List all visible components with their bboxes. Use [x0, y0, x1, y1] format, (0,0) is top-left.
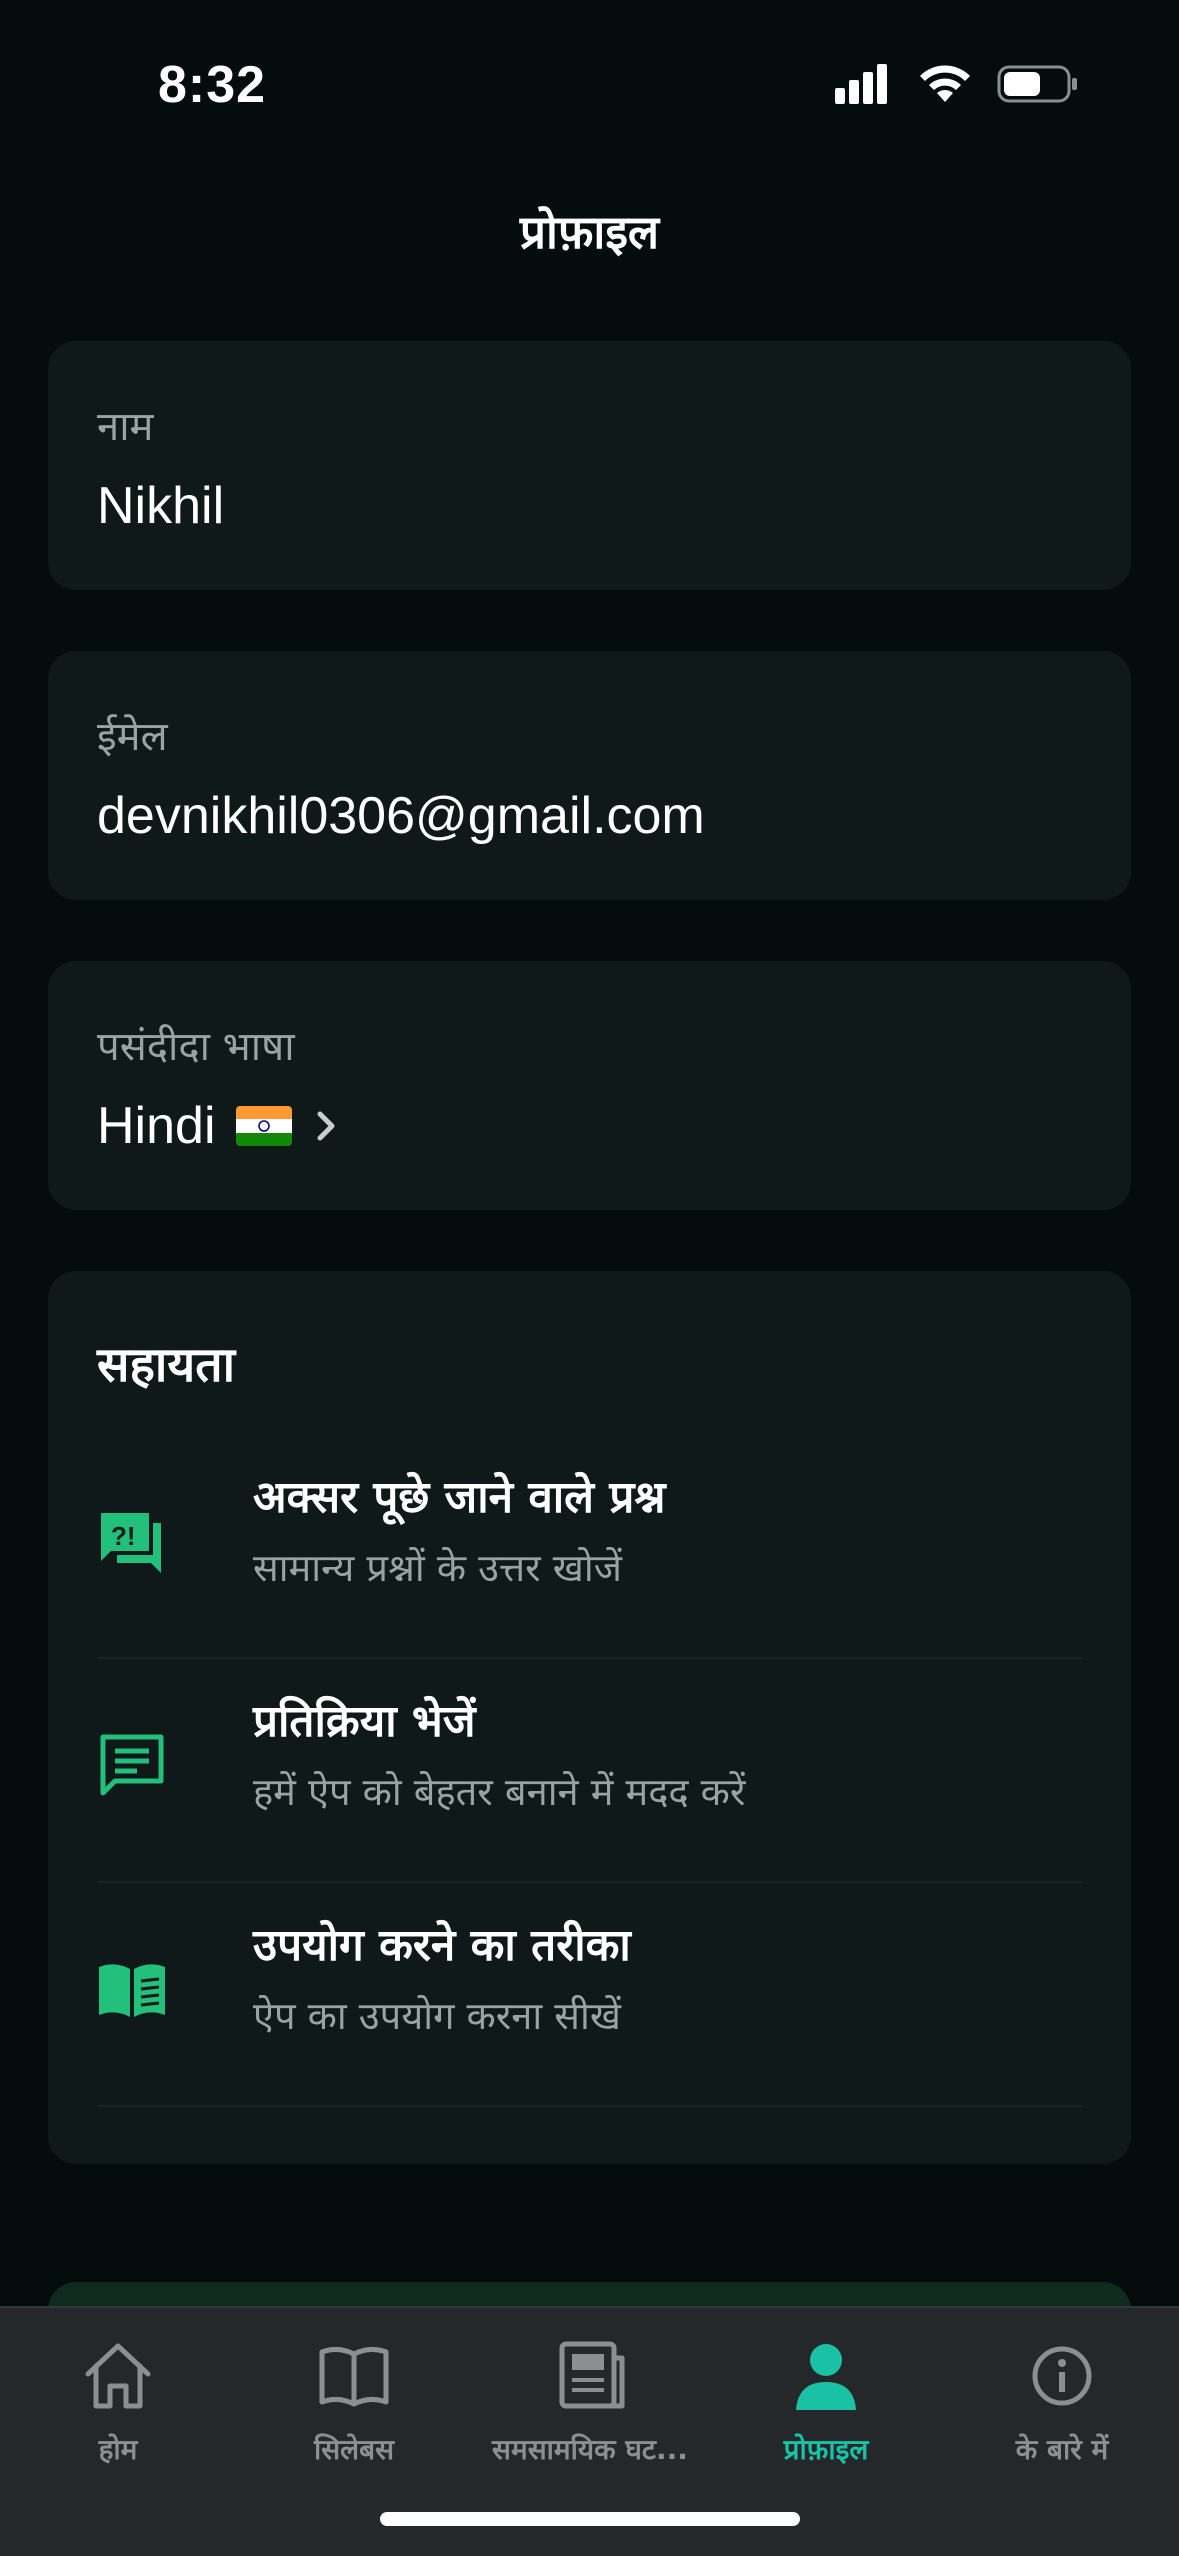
tab-about[interactable]: के बारे में	[944, 2328, 1179, 2478]
help-item-title: उपयोग करने का तरीका	[253, 1920, 631, 1971]
wifi-icon	[920, 65, 970, 102]
page-title: प्रोफ़ाइल	[519, 205, 660, 259]
battery-icon	[997, 65, 1077, 103]
book-open-icon	[319, 2346, 389, 2407]
tab-label: प्रोफ़ाइल	[783, 2433, 869, 2466]
tab-profile[interactable]: प्रोफ़ाइल	[708, 2328, 944, 2478]
name-label: नाम	[97, 404, 154, 450]
feedback-icon	[100, 1734, 164, 1796]
name-card: नाम Nikhil	[48, 341, 1131, 590]
help-card: सहायता ?! अक्सर पूछे जाने वाले प्रश्न सा…	[48, 1271, 1131, 2164]
language-selector[interactable]: Hindi	[97, 1096, 342, 1156]
language-value: Hindi	[97, 1097, 216, 1155]
india-flag-icon	[235, 1106, 292, 1146]
home-icon	[85, 2343, 151, 2409]
svg-text:?!: ?!	[111, 1521, 136, 1551]
help-item-subtitle: ऐप का उपयोग करना सीखें	[253, 1994, 621, 2038]
tab-label: सिलेबस	[313, 2433, 395, 2466]
faq-icon: ?!	[101, 1513, 161, 1573]
help-item-how-to-use[interactable]: उपयोग करने का तरीका ऐप का उपयोग करना सीख…	[97, 1883, 1082, 2107]
help-item-subtitle: हमें ऐप को बेहतर बनाने में मदद करें	[253, 1770, 746, 1814]
help-item-title: प्रतिक्रिया भेजें	[253, 1696, 476, 1747]
email-value: devnikhil0306@gmail.com	[97, 787, 705, 845]
tab-label: समसामयिक घट...	[492, 2433, 688, 2466]
tab-label: होम	[98, 2433, 138, 2466]
book-icon	[99, 1964, 165, 2017]
newspaper-icon	[559, 2341, 625, 2409]
tab-current-affairs[interactable]: समसामयिक घट...	[472, 2328, 708, 2478]
info-icon	[1032, 2346, 1092, 2406]
help-item-feedback[interactable]: प्रतिक्रिया भेजें हमें ऐप को बेहतर बनाने…	[97, 1659, 1082, 1883]
tab-syllabus[interactable]: सिलेबस	[236, 2328, 472, 2478]
person-icon	[796, 2344, 856, 2410]
language-card[interactable]: पसंदीदा भाषा Hindi	[48, 961, 1131, 1210]
name-value: Nikhil	[97, 477, 225, 535]
language-label: पसंदीदा भाषा	[97, 1024, 295, 1070]
status-icons	[833, 62, 1079, 106]
cellular-signal-icon	[835, 64, 887, 104]
email-label: ईमेल	[97, 714, 168, 760]
profile-screen: 8:32 प्रोफ़ाइल नाम Nikhil ईमेल devnikhil…	[0, 0, 1179, 2556]
tab-label: के बारे में	[1015, 2433, 1109, 2466]
status-time: 8:32	[158, 56, 267, 114]
home-indicator	[380, 2512, 800, 2526]
help-item-faq[interactable]: ?! अक्सर पूछे जाने वाले प्रश्न सामान्य प…	[97, 1435, 1082, 1659]
tab-home[interactable]: होम	[0, 2328, 236, 2478]
help-title: सहायता	[97, 1337, 236, 1393]
chevron-right-icon	[317, 1111, 334, 1141]
email-card: ईमेल devnikhil0306@gmail.com	[48, 651, 1131, 900]
help-item-title: अक्सर पूछे जाने वाले प्रश्न	[253, 1472, 666, 1523]
help-item-subtitle: सामान्य प्रश्नों के उत्तर खोजें	[253, 1546, 622, 1590]
